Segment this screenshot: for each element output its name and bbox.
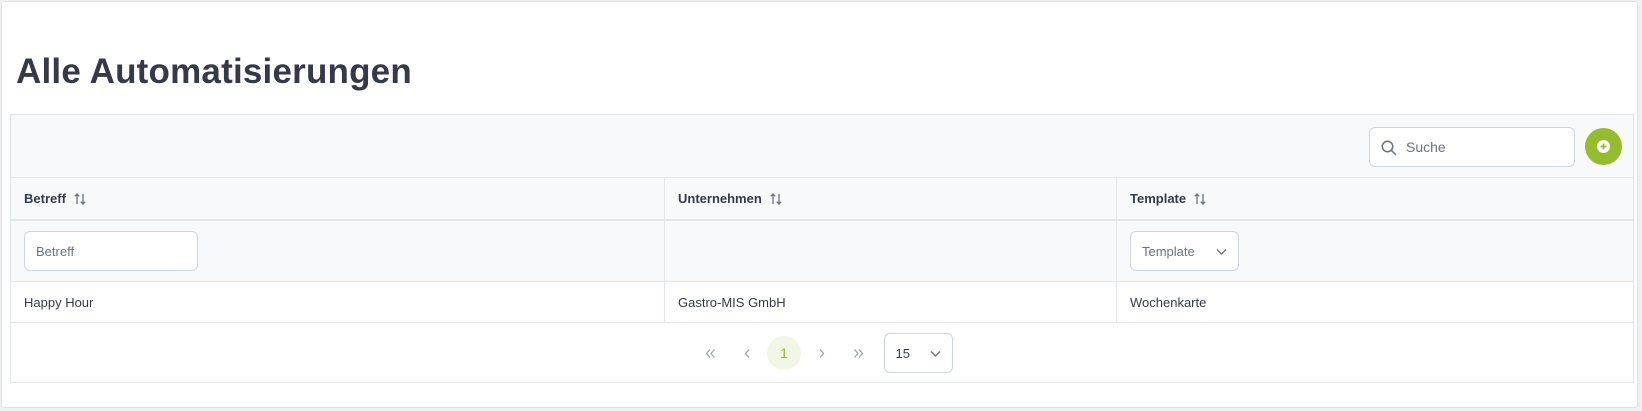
column-header-label: Template — [1130, 191, 1187, 206]
table-filter-row: Template — [11, 221, 1633, 282]
template-filter-placeholder: Template — [1142, 243, 1195, 259]
column-header-betreff[interactable]: Betreff — [11, 178, 665, 219]
chevron-right-icon — [819, 348, 824, 358]
double-chevron-right-icon — [853, 348, 863, 358]
table-row[interactable]: Happy Hour Gastro-MIS GmbH Wochenkarte — [11, 282, 1633, 323]
automations-table: Betreff Unternehmen Template — [10, 114, 1634, 383]
rows-per-page-dropdown[interactable]: 15 — [883, 333, 953, 373]
sort-icon[interactable] — [73, 192, 87, 206]
cell-template: Wochenkarte — [1117, 282, 1633, 322]
search-icon — [1381, 140, 1397, 156]
automations-card: Alle Automatisierungen Suche Betreff Unt… — [1, 1, 1638, 408]
paginator: 1 15 — [11, 323, 1633, 383]
plus-circle-icon — [1597, 140, 1610, 153]
unternehmen-value: Gastro-MIS GmbH — [678, 294, 786, 310]
template-filter-dropdown[interactable]: Template — [1130, 231, 1239, 271]
column-header-label: Unternehmen — [678, 191, 762, 206]
page-button-1[interactable]: 1 — [767, 336, 801, 370]
prev-page-button[interactable] — [730, 336, 764, 370]
next-page-button[interactable] — [804, 336, 838, 370]
filter-cell-unternehmen — [665, 221, 1117, 281]
column-header-template[interactable]: Template — [1117, 178, 1633, 219]
column-header-label: Betreff — [24, 191, 66, 206]
table-header-row: Betreff Unternehmen Template — [11, 178, 1633, 221]
search-box[interactable] — [1369, 127, 1575, 167]
rows-per-page-value: 15 — [895, 345, 910, 361]
column-header-unternehmen[interactable]: Unternehmen — [665, 178, 1117, 219]
table-toolbar — [11, 115, 1633, 178]
first-page-button[interactable] — [693, 336, 727, 370]
cell-unternehmen: Gastro-MIS GmbH — [665, 282, 1117, 322]
template-value: Wochenkarte — [1130, 294, 1207, 310]
chevron-down-icon — [1216, 249, 1227, 255]
search-input[interactable] — [1406, 128, 1571, 166]
sort-icon[interactable] — [769, 192, 783, 206]
cell-betreff: Happy Hour — [11, 282, 665, 322]
sort-icon[interactable] — [1193, 192, 1207, 206]
chevron-left-icon — [744, 348, 749, 358]
betreff-value: Happy Hour — [24, 294, 94, 310]
add-automation-button[interactable] — [1585, 128, 1622, 165]
filter-cell-betreff — [11, 221, 665, 281]
double-chevron-left-icon — [705, 348, 715, 358]
last-page-button[interactable] — [841, 336, 875, 370]
chevron-down-icon — [930, 351, 940, 357]
betreff-filter-input[interactable] — [24, 231, 198, 271]
filter-cell-template: Template — [1117, 221, 1633, 281]
page-title: Alle Automatisierungen — [16, 52, 412, 91]
